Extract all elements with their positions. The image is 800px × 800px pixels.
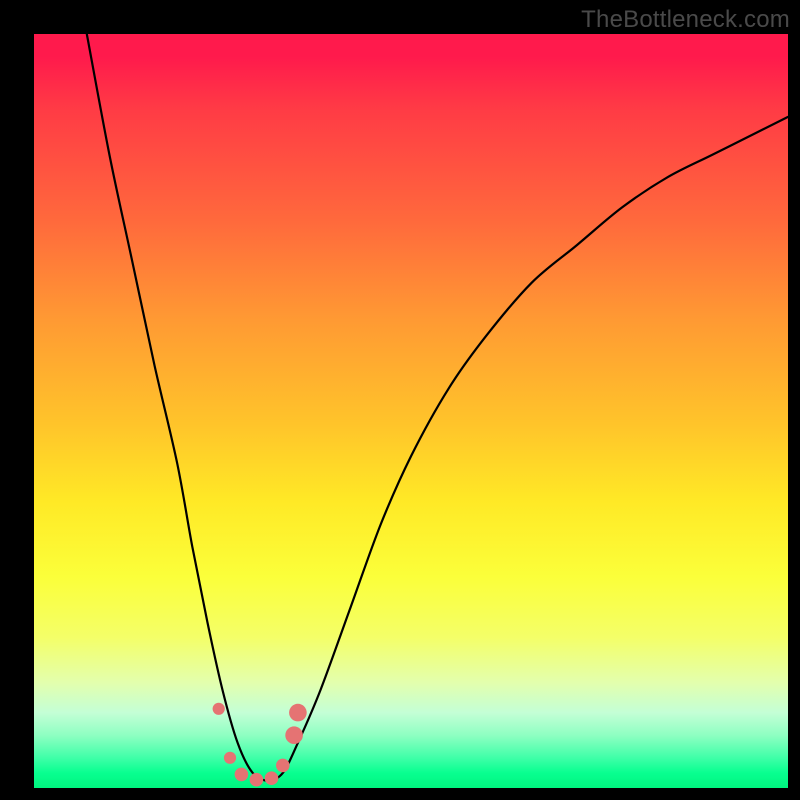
curve-markers bbox=[213, 703, 307, 787]
curve-marker bbox=[289, 704, 307, 722]
bottleneck-curve bbox=[87, 34, 788, 781]
curve-marker bbox=[265, 771, 279, 785]
chart-plot-area bbox=[34, 34, 788, 788]
curve-marker bbox=[250, 773, 264, 787]
curve-marker bbox=[285, 726, 303, 744]
chart-svg bbox=[34, 34, 788, 788]
curve-marker bbox=[235, 768, 249, 782]
curve-marker bbox=[224, 752, 236, 764]
watermark-text: TheBottleneck.com bbox=[581, 6, 790, 34]
chart-frame: TheBottleneck.com bbox=[0, 0, 800, 800]
curve-marker bbox=[213, 703, 225, 715]
curve-marker bbox=[276, 759, 290, 773]
